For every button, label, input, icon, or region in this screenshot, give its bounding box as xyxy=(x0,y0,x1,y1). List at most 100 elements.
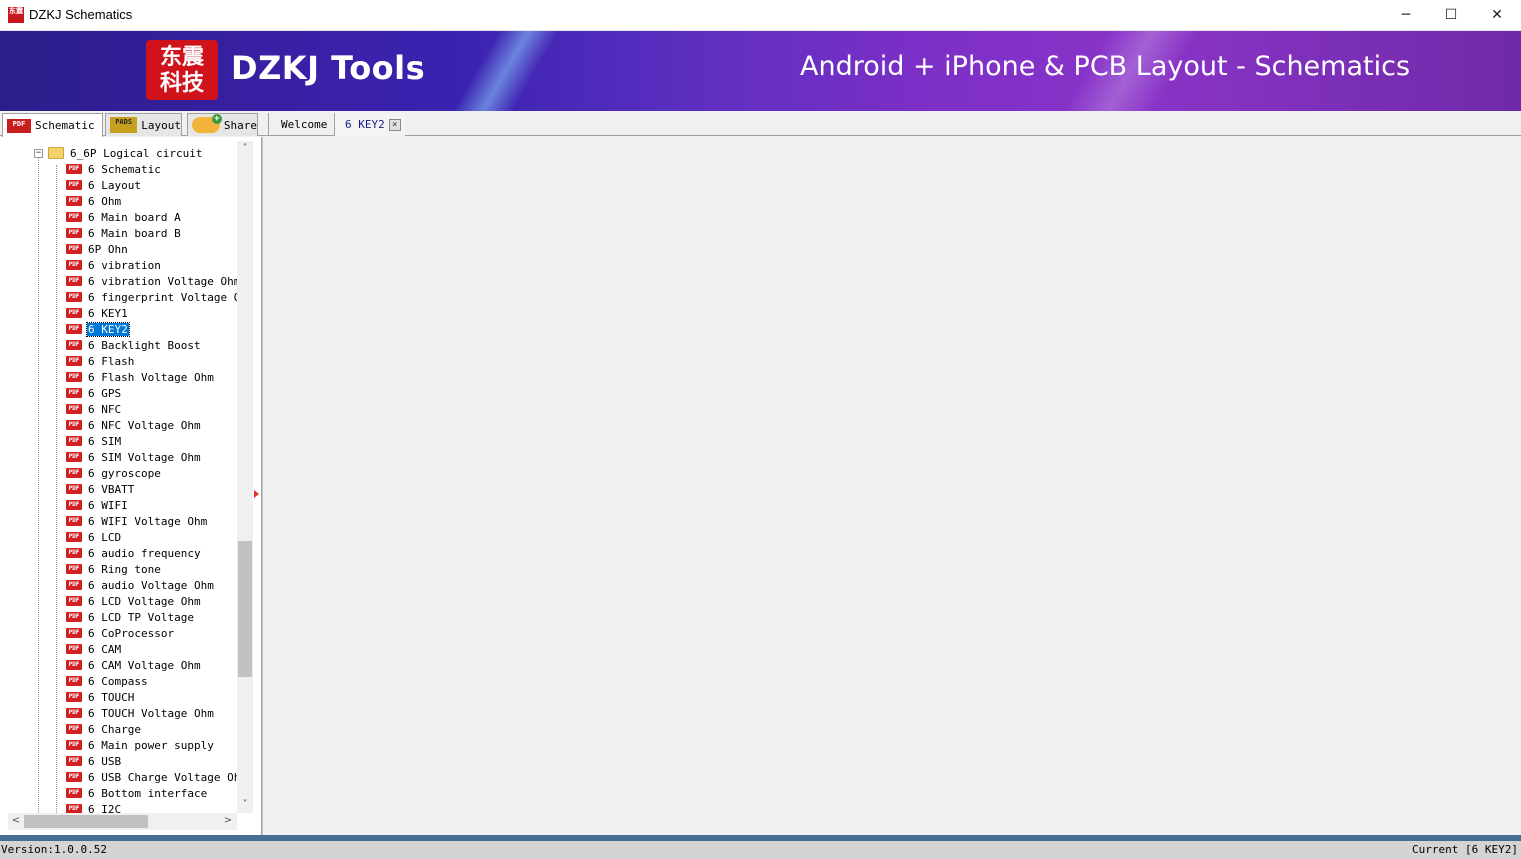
close-tab-icon[interactable]: × xyxy=(388,118,401,131)
pdf-file-icon: PDF xyxy=(66,340,82,350)
tree-item[interactable]: PDF 6 vibration Voltage Ohm xyxy=(66,273,237,289)
tree-item[interactable]: PDF 6 GPS xyxy=(66,385,122,401)
pdf-file-icon: PDF xyxy=(66,692,82,702)
tree-item-label: 6 Layout xyxy=(88,178,141,192)
tab-label: Share xyxy=(223,118,257,132)
tree-item[interactable]: PDF 6 CAM Voltage Ohm xyxy=(66,657,202,673)
tree-horizontal-scrollbar[interactable]: < > xyxy=(8,813,237,830)
pdf-file-icon: PDF xyxy=(66,388,82,398)
tree-item[interactable]: PDF 6 USB xyxy=(66,753,122,769)
tree-item[interactable]: PDF 6 vibration xyxy=(66,257,162,273)
tree-item-label: 6 SIM Voltage Ohm xyxy=(88,450,201,464)
tree-item-label: 6 I2C xyxy=(88,802,122,814)
tab-share[interactable]: + Share xyxy=(187,113,258,136)
tree-item[interactable]: PDF 6 fingerprint Voltage Ohm xyxy=(66,289,237,305)
pdf-file-icon: PDF xyxy=(66,740,82,750)
tree-item-label: 6 Compass xyxy=(88,674,148,688)
doc-tab-welcome[interactable]: Welcome xyxy=(268,113,339,136)
file-tree[interactable]: − 6_6P Logical circuit PDF 6 Schematic PDF… xyxy=(0,141,237,813)
tree-item[interactable]: PDF 6 Layout xyxy=(66,177,142,193)
pdf-file-icon: PDF xyxy=(66,708,82,718)
pdf-file-icon: PDF xyxy=(66,308,82,318)
tree-item[interactable]: PDF 6 Ohm xyxy=(66,193,122,209)
tree-item[interactable]: PDF 6 Bottom interface xyxy=(66,785,208,801)
tree-item[interactable]: PDF 6 Flash xyxy=(66,353,135,369)
tree-item[interactable]: PDF 6 WIFI xyxy=(66,497,129,513)
tree-folder-6-6p-logical-circuit[interactable]: − 6_6P Logical circuit xyxy=(34,145,203,161)
tree-item[interactable]: PDF 6 gyroscope xyxy=(66,465,162,481)
pdf-icon: PDF xyxy=(7,118,31,133)
minimize-button[interactable]: ─ xyxy=(1383,0,1429,30)
pdf-file-icon: PDF xyxy=(66,420,82,430)
tree-item[interactable]: PDF 6 CAM xyxy=(66,641,122,657)
tree-item[interactable]: PDF 6 NFC xyxy=(66,401,122,417)
tree-item[interactable]: PDF 6 KEY1 xyxy=(66,305,129,321)
pdf-file-icon: PDF xyxy=(66,196,82,206)
doc-tab-6-key2[interactable]: 6 KEY2 × xyxy=(334,113,405,136)
maximize-button[interactable]: ☐ xyxy=(1428,0,1474,30)
scroll-thumb[interactable] xyxy=(238,541,252,677)
tree-item-label: 6 TOUCH Voltage Ohm xyxy=(88,706,214,720)
tree-item[interactable]: PDF 6 SIM xyxy=(66,433,122,449)
tree-item[interactable]: PDF 6 Main board B xyxy=(66,225,182,241)
tree-item[interactable]: PDF 6 I2C xyxy=(66,801,122,813)
pdf-file-icon: PDF xyxy=(66,276,82,286)
tree-item[interactable]: PDF 6 SIM Voltage Ohm xyxy=(66,449,202,465)
tree-item[interactable]: PDF 6 TOUCH Voltage Ohm xyxy=(66,705,215,721)
collapse-icon[interactable]: − xyxy=(34,148,43,158)
tree-item[interactable]: PDF 6 audio frequency xyxy=(66,545,202,561)
tree-item[interactable]: PDF 6 LCD Voltage Ohm xyxy=(66,593,202,609)
close-button[interactable]: ✕ xyxy=(1474,0,1520,30)
tree-item[interactable]: PDF 6 WIFI Voltage Ohm xyxy=(66,513,208,529)
scroll-right-icon[interactable]: > xyxy=(220,813,236,829)
tree-item-label: 6 Main power supply xyxy=(88,738,214,752)
tree-item-label: 6 GPS xyxy=(88,386,122,400)
tree-item[interactable]: PDF 6P Ohn xyxy=(66,241,129,257)
pdf-file-icon: PDF xyxy=(66,516,82,526)
tree-item[interactable]: PDF 6 KEY2 xyxy=(66,321,130,337)
tree-item[interactable]: PDF 6 TOUCH xyxy=(66,689,135,705)
scroll-left-icon[interactable]: < xyxy=(8,813,24,829)
tree-item[interactable]: PDF 6 CoProcessor xyxy=(66,625,175,641)
tree-item[interactable]: PDF 6 Main board A xyxy=(66,209,182,225)
tree-item-label: 6 SIM xyxy=(88,434,122,448)
tree-item[interactable]: PDF 6 Ring tone xyxy=(66,561,162,577)
pdf-file-icon: PDF xyxy=(66,436,82,446)
tree-item[interactable]: PDF 6 Charge xyxy=(66,721,142,737)
tree-vertical-scrollbar[interactable]: ˄ ˅ xyxy=(237,141,253,813)
current-document-label: Current [6 KEY2] xyxy=(1412,843,1518,856)
tree-item-label: 6 LCD Voltage Ohm xyxy=(88,594,201,608)
tree-item[interactable]: PDF 6 Compass xyxy=(66,673,149,689)
pads-icon: PADS xyxy=(110,117,138,133)
scroll-thumb[interactable] xyxy=(24,815,148,828)
pdf-file-icon: PDF xyxy=(66,532,82,542)
tree-item[interactable]: PDF 6 Schematic xyxy=(66,161,162,177)
panel-splitter-arrow-icon[interactable] xyxy=(254,490,259,498)
tab-schematic[interactable]: PDF Schematic xyxy=(2,113,103,137)
tab-layout[interactable]: PADS Layout xyxy=(105,113,182,136)
tree-item-label: 6 Main board A xyxy=(88,210,181,224)
scroll-down-icon[interactable]: ˅ xyxy=(237,797,253,813)
pdf-file-icon: PDF xyxy=(66,404,82,414)
tree-item[interactable]: PDF 6 VBATT xyxy=(66,481,135,497)
tree-item[interactable]: PDF 6 NFC Voltage Ohm xyxy=(66,417,202,433)
scroll-up-icon[interactable]: ˄ xyxy=(237,141,253,157)
tree-item[interactable]: PDF 6 Main power supply xyxy=(66,737,215,753)
tree-item-label: 6 CAM Voltage Ohm xyxy=(88,658,201,672)
tree-item[interactable]: PDF 6 LCD TP Voltage xyxy=(66,609,195,625)
tree-item[interactable]: PDF 6 Flash Voltage Ohm xyxy=(66,369,215,385)
tree-item[interactable]: PDF 6 Backlight Boost xyxy=(66,337,202,353)
pdf-file-icon: PDF xyxy=(66,484,82,494)
tree-item[interactable]: PDF 6 USB Charge Voltage Ohm xyxy=(66,769,237,785)
tree-item[interactable]: PDF 6 audio Voltage Ohm xyxy=(66,577,215,593)
tree-item[interactable]: PDF 6 LCD xyxy=(66,529,122,545)
pdf-file-icon: PDF xyxy=(66,356,82,366)
tree-item-label: 6 Backlight Boost xyxy=(88,338,201,352)
logo-text: 东震 xyxy=(159,44,204,70)
pdf-file-icon: PDF xyxy=(66,788,82,798)
pdf-file-icon: PDF xyxy=(66,580,82,590)
tree-item-label: 6 Ring tone xyxy=(88,562,161,576)
tree-item-label: 6 TOUCH xyxy=(88,690,135,704)
document-viewer[interactable] xyxy=(262,137,1521,835)
pdf-file-icon: PDF xyxy=(66,756,82,766)
